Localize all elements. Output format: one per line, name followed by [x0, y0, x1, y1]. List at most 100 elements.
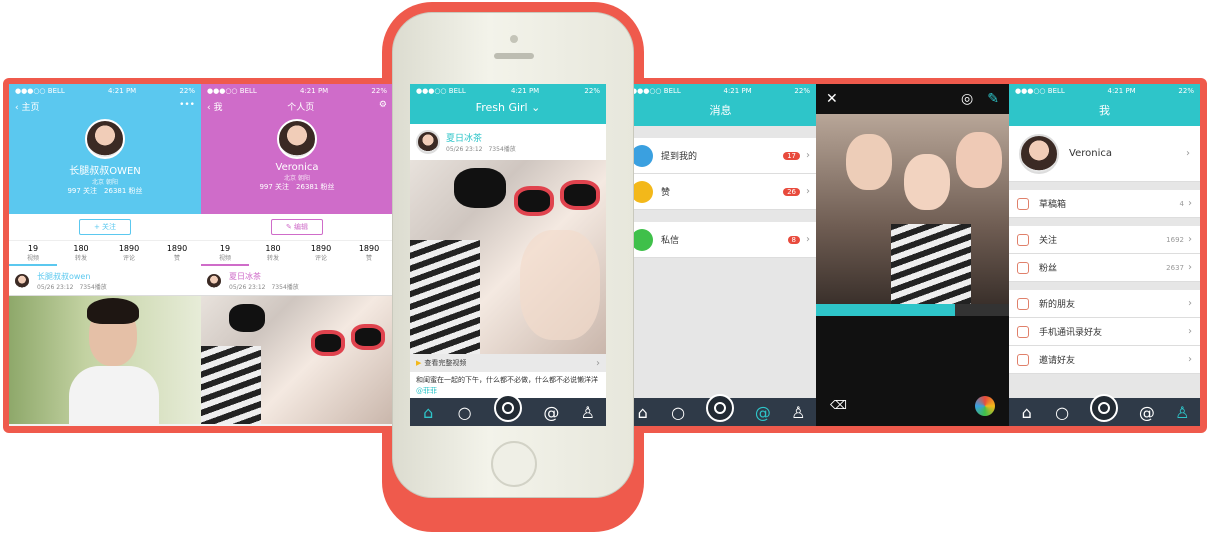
post-avatar[interactable]: [13, 271, 31, 290]
nav-bar: ●●●○○ BELL 4:21 PM 22% 我: [1009, 84, 1200, 126]
status-bar: ●●●○○ BELL 4:21 PM 22%: [201, 84, 393, 98]
edit-button[interactable]: ✎ 编辑: [270, 219, 324, 235]
carrier: ●●●○○ BELL: [1015, 87, 1065, 95]
clock: 4:21 PM: [300, 87, 329, 95]
profile-icon[interactable]: ♙: [1175, 403, 1189, 422]
stat-tab[interactable]: 1890 赞: [153, 241, 201, 266]
battery: 22%: [584, 87, 600, 95]
battery: 22%: [179, 87, 195, 95]
settings-row[interactable]: 邀请好友 ›: [1009, 346, 1200, 374]
count-badge: 26: [783, 187, 800, 196]
settings-row[interactable]: 新的朋友 ›: [1009, 290, 1200, 318]
delete-icon[interactable]: ⌫: [830, 398, 847, 412]
stat-number: 19: [27, 244, 39, 253]
status-bar: ●●●○○ BELL 4:21 PM 22%: [9, 84, 201, 98]
camera-button[interactable]: [1090, 394, 1119, 422]
follow-button[interactable]: + 关注: [78, 219, 132, 235]
message-row[interactable]: 私信 8 ›: [625, 222, 816, 258]
carrier: ●●●○○ BELL: [15, 87, 65, 95]
camera-button[interactable]: [706, 394, 735, 422]
status-bar: ●●●○○ BELL 4:21 PM 22%: [1009, 84, 1200, 98]
stat-tab[interactable]: 19 视频: [9, 241, 57, 266]
wrench-icon[interactable]: ✎: [987, 91, 999, 107]
post-username[interactable]: 夏日冰茶: [229, 271, 299, 282]
post-header: 长腿叔叔owen 05/26 23:12 7354播放: [9, 266, 201, 296]
stat-tab[interactable]: 19 视频: [201, 241, 249, 266]
back-button[interactable]: ‹ 主页: [15, 100, 39, 113]
mention-icon[interactable]: @: [755, 403, 771, 422]
record-icon: [714, 402, 727, 414]
more-button[interactable]: •••: [179, 100, 195, 113]
settings-row[interactable]: 草稿箱 4 ›: [1009, 190, 1200, 218]
stat-tab[interactable]: 180 转发: [57, 241, 105, 266]
mention-icon[interactable]: @: [1139, 403, 1155, 422]
battery: 22%: [1178, 87, 1194, 95]
row-label: 提到我的: [661, 152, 698, 162]
search-icon[interactable]: ○: [1055, 403, 1069, 422]
camera-button[interactable]: [493, 394, 522, 422]
record-icon: [1098, 402, 1111, 414]
flip-camera-icon[interactable]: ◎: [961, 91, 973, 107]
home-button[interactable]: [491, 441, 537, 487]
row-label: 新的朋友: [1039, 300, 1076, 310]
stat-label: 转发: [74, 255, 87, 262]
profile-icon[interactable]: ♙: [581, 403, 595, 422]
settings-row[interactable]: 粉丝 2637 ›: [1009, 254, 1200, 282]
search-icon[interactable]: ○: [458, 403, 472, 422]
avatar[interactable]: [85, 119, 125, 159]
carrier: ●●●○○ BELL: [416, 87, 466, 95]
stat-tab[interactable]: 1890 评论: [105, 241, 153, 266]
chevron-right-icon: ›: [1188, 298, 1192, 309]
post-avatar[interactable]: [205, 271, 223, 290]
home-icon[interactable]: ⌂: [636, 403, 650, 422]
search-icon[interactable]: ○: [671, 403, 685, 422]
settings-row[interactable]: 关注 1692 ›: [1009, 226, 1200, 254]
filter-icon[interactable]: [975, 396, 995, 416]
feed-title-dropdown[interactable]: Fresh Girl ⌄: [410, 101, 606, 114]
row-label: 邀请好友: [1039, 356, 1076, 366]
earpiece: [494, 53, 534, 59]
post-avatar[interactable]: [416, 130, 440, 154]
stats-bar: 19 视频 180 转发 1890 评论 1890 赞: [201, 240, 393, 266]
profile-location: 北京 朝阳: [284, 175, 310, 182]
full-video-link[interactable]: ▶ 查看完整视频 ›: [410, 354, 606, 372]
back-button[interactable]: ‹ 我: [207, 100, 222, 113]
message-type-icon: [631, 180, 653, 203]
count-badge: 8: [787, 235, 800, 244]
message-row[interactable]: 赞 26 ›: [625, 174, 816, 210]
play-icon: ▶: [416, 359, 422, 367]
message-row[interactable]: 提到我的 17 ›: [625, 138, 816, 174]
mention-tag[interactable]: @菲菲: [416, 387, 437, 395]
profile-row[interactable]: Veronica ›: [1009, 126, 1200, 182]
profile-icon[interactable]: ♙: [791, 403, 805, 422]
stat-tab[interactable]: 1890 评论: [297, 241, 345, 266]
profile-location: 北京 朝阳: [92, 179, 118, 186]
post-video[interactable]: [410, 160, 606, 354]
row-icon: [1017, 261, 1029, 274]
home-icon[interactable]: ⌂: [421, 403, 435, 422]
message-list: 提到我的 17 › 赞 26 › 私信 8 ›: [625, 138, 816, 258]
message-type-icon: [631, 144, 653, 167]
home-icon[interactable]: ⌂: [1020, 403, 1034, 422]
post-photo[interactable]: [9, 296, 201, 426]
stat-tab[interactable]: 1890 赞: [345, 241, 393, 266]
message-type-icon: [631, 228, 653, 251]
post-username[interactable]: 长腿叔叔owen: [37, 271, 107, 282]
chevron-right-icon: ›: [1188, 198, 1192, 209]
avatar[interactable]: [277, 119, 317, 159]
stat-label: 赞: [365, 255, 372, 262]
close-icon[interactable]: ✕: [826, 91, 838, 107]
post-photo[interactable]: [201, 296, 393, 424]
chevron-right-icon: ›: [1188, 262, 1192, 273]
mention-icon[interactable]: @: [543, 403, 559, 422]
settings-row[interactable]: 手机通讯录好友 ›: [1009, 318, 1200, 346]
profile-header: ●●●○○ BELL 4:21 PM 22% ‹ 主页 ••• 长腿叔叔OWEN 北…: [9, 84, 201, 214]
stat-label: 转发: [266, 255, 279, 262]
clock: 4:21 PM: [723, 87, 752, 95]
post-username[interactable]: 夏日冰茶: [446, 131, 516, 144]
stat-label: 视频: [26, 255, 39, 262]
share-icon[interactable]: ⚙: [379, 100, 387, 113]
stat-tab[interactable]: 180 转发: [249, 241, 297, 266]
stat-number: 1890: [166, 244, 188, 253]
camera-preview: [816, 114, 1009, 304]
